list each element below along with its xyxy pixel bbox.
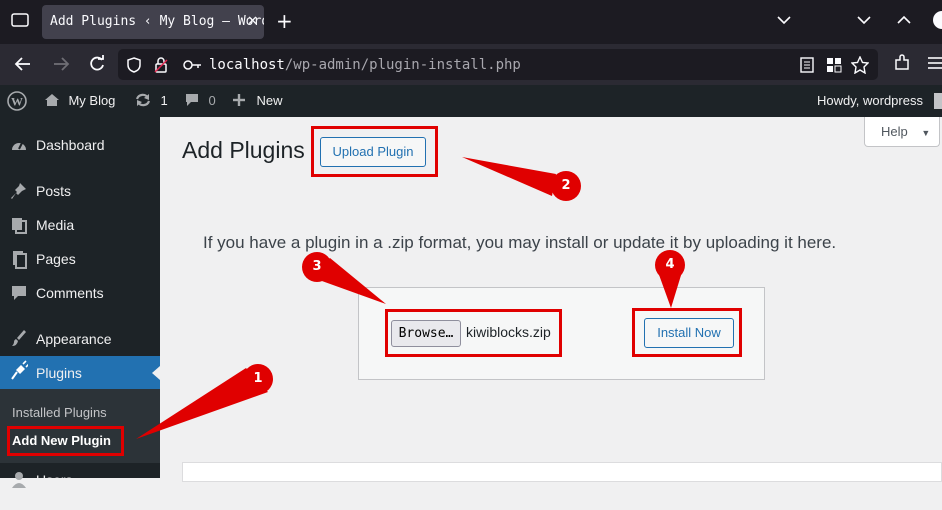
step-marker-1: 1 <box>243 364 273 394</box>
highlight-upload-plugin <box>311 126 438 177</box>
highlight-file-chooser <box>385 309 562 357</box>
arrow-2 <box>462 157 556 196</box>
step-marker-4: 4 <box>655 250 685 280</box>
highlight-add-new-plugin <box>7 426 124 456</box>
highlight-install-now <box>632 308 742 357</box>
step-marker-2: 2 <box>551 171 581 201</box>
step-marker-3: 3 <box>302 252 332 282</box>
annotation-arrows <box>136 157 682 439</box>
